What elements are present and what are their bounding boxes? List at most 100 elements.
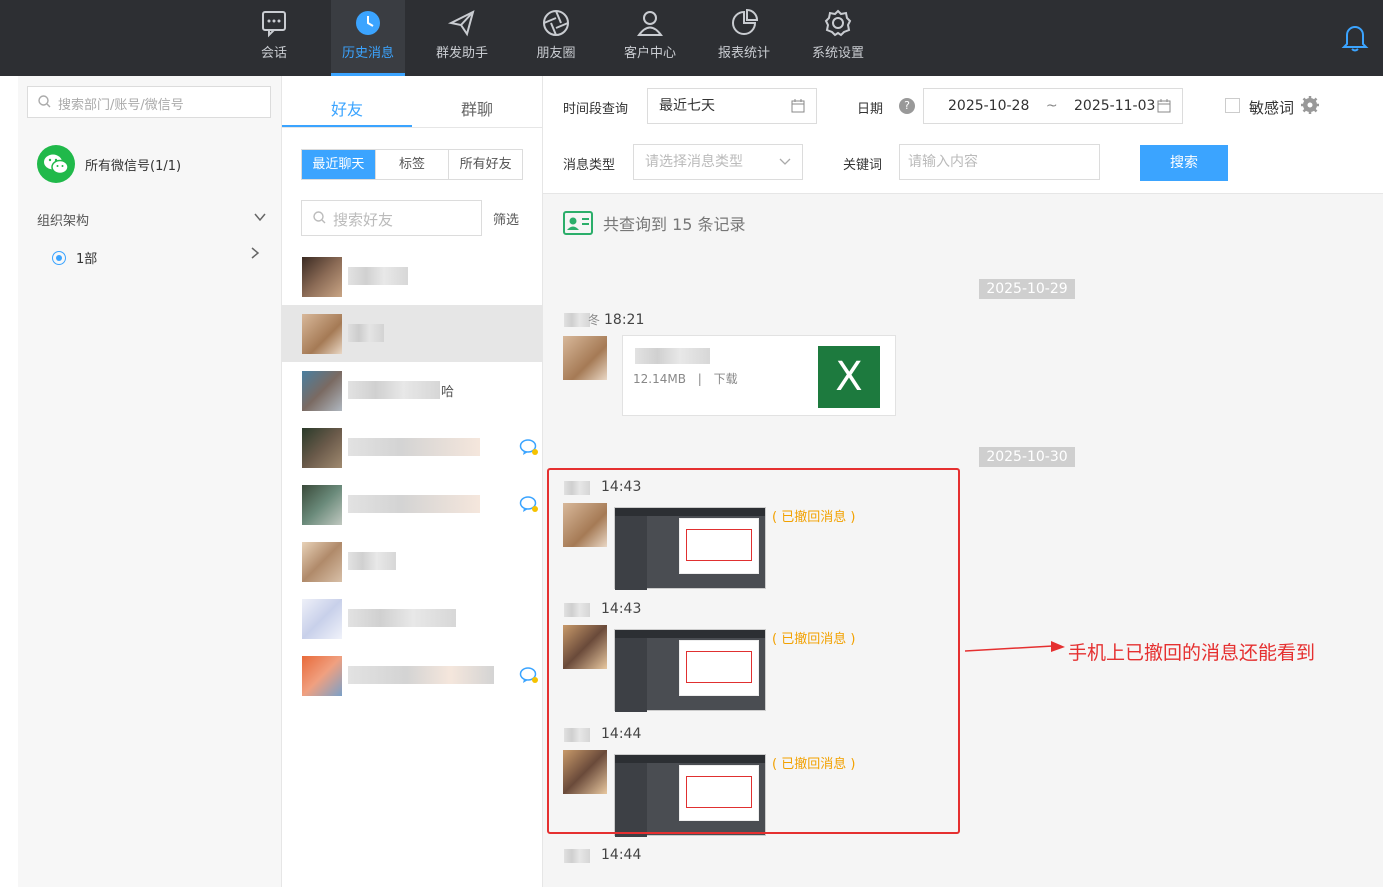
message-type-select[interactable]: 请选择消息类型 bbox=[633, 144, 803, 180]
friend-name-blurred bbox=[348, 267, 408, 285]
calendar-icon bbox=[791, 99, 805, 113]
message-sender-time: 冬 18:21 bbox=[588, 311, 644, 328]
friend-name-blurred bbox=[348, 324, 384, 342]
friend-name-blurred bbox=[348, 438, 480, 456]
nav-settings[interactable]: 系统设置 bbox=[801, 0, 875, 76]
all-wechat-accounts[interactable]: 所有微信号(1/1) bbox=[37, 144, 181, 184]
friend-filter-segment: 最近聊天 标签 所有好友 bbox=[301, 149, 523, 180]
dept-radio[interactable] bbox=[52, 251, 66, 265]
search-icon bbox=[38, 95, 51, 108]
nav-customers-label: 客户中心 bbox=[623, 46, 676, 61]
segment-all-friends[interactable]: 所有好友 bbox=[448, 150, 522, 179]
keyword-input[interactable]: 请输入内容 bbox=[899, 144, 1100, 180]
friend-tabs: 好友 群聊 bbox=[282, 76, 543, 128]
account-search-input[interactable]: 搜索部门/账号/微信号 bbox=[27, 86, 271, 118]
send-icon bbox=[447, 10, 475, 37]
nav-moments[interactable]: 朋友圈 bbox=[519, 0, 593, 76]
calendar-icon bbox=[1157, 99, 1171, 113]
arrow-right-icon bbox=[965, 641, 1065, 652]
date-to: 2025-11-03 bbox=[1074, 98, 1156, 114]
tab-groups[interactable]: 群聊 bbox=[412, 96, 542, 120]
date-range-picker[interactable]: 2025-10-28 ~ 2025-11-03 bbox=[923, 88, 1183, 124]
nav-moments-label: 朋友圈 bbox=[536, 46, 576, 61]
date-divider: 2025-10-30 bbox=[979, 447, 1075, 467]
clock-icon bbox=[356, 11, 380, 35]
list-item[interactable] bbox=[282, 305, 543, 362]
friend-name-blurred bbox=[348, 552, 396, 570]
friend-name-blurred bbox=[348, 495, 480, 513]
chevron-down-icon bbox=[254, 213, 266, 222]
friend-search-input[interactable]: 搜索好友 bbox=[301, 200, 482, 236]
message-time: 18:21 bbox=[604, 312, 645, 328]
file-message-card[interactable]: 12.14MB | 下载 X bbox=[622, 335, 896, 416]
search-button[interactable]: 搜索 bbox=[1140, 145, 1228, 181]
list-item[interactable] bbox=[282, 476, 543, 533]
sender-name-tail: 冬 bbox=[588, 313, 601, 327]
avatar bbox=[302, 314, 342, 354]
result-count: 共查询到 15 条记录 bbox=[563, 211, 746, 235]
list-item[interactable] bbox=[282, 647, 543, 704]
nav-history[interactable]: 历史消息 bbox=[331, 0, 405, 76]
org-structure-header[interactable]: 组织架构 bbox=[37, 210, 267, 229]
nav-broadcast[interactable]: 群发助手 bbox=[425, 0, 499, 76]
chevron-right-icon bbox=[251, 247, 260, 259]
segment-tags[interactable]: 标签 bbox=[374, 150, 449, 179]
account-search-placeholder: 搜索部门/账号/微信号 bbox=[58, 98, 184, 113]
excel-file-icon: X bbox=[818, 346, 880, 408]
sender-name-blurred bbox=[564, 849, 590, 863]
sensitive-word-checkbox[interactable] bbox=[1225, 98, 1240, 113]
friend-name-suffix: 哈 bbox=[440, 385, 454, 400]
chat-bubble-icon bbox=[519, 496, 538, 512]
segment-recent[interactable]: 最近聊天 bbox=[302, 150, 375, 179]
active-tab-indicator bbox=[282, 125, 412, 127]
gear-icon[interactable] bbox=[1301, 96, 1319, 114]
list-item[interactable] bbox=[282, 248, 543, 305]
tab-friends[interactable]: 好友 bbox=[282, 96, 412, 120]
message-time: 14:44 bbox=[601, 847, 642, 863]
sensitive-word-label: 敏感词 bbox=[1249, 99, 1295, 117]
list-item[interactable] bbox=[282, 533, 543, 590]
avatar bbox=[302, 428, 342, 468]
nav-chat[interactable]: 会话 bbox=[237, 0, 311, 76]
avatar bbox=[302, 485, 342, 525]
user-icon bbox=[637, 11, 663, 36]
avatar bbox=[302, 599, 342, 639]
period-value: 最近七天 bbox=[659, 98, 715, 114]
result-count-text: 共查询到 15 条记录 bbox=[603, 215, 746, 234]
period-select[interactable]: 最近七天 bbox=[647, 88, 817, 124]
nav-reports[interactable]: 报表统计 bbox=[707, 0, 781, 76]
file-download-link[interactable]: 下载 bbox=[714, 372, 738, 386]
help-icon[interactable]: ? bbox=[899, 98, 915, 114]
date-from: 2025-10-28 bbox=[948, 98, 1030, 114]
message-type-label: 消息类型 bbox=[563, 158, 616, 173]
nav-chat-label: 会话 bbox=[260, 46, 287, 61]
chat-bubble-icon bbox=[519, 667, 538, 683]
dept-item[interactable]: 1部 bbox=[52, 247, 262, 267]
avatar bbox=[302, 257, 342, 297]
nav-customers[interactable]: 客户中心 bbox=[613, 0, 687, 76]
message-type-placeholder: 请选择消息类型 bbox=[645, 154, 743, 170]
nav-history-label: 历史消息 bbox=[341, 46, 394, 61]
pie-chart-icon bbox=[732, 8, 759, 35]
friend-name-blurred bbox=[348, 609, 456, 627]
date-separator: ~ bbox=[1045, 98, 1058, 114]
highlight-frame bbox=[547, 468, 960, 834]
list-item[interactable] bbox=[282, 419, 543, 476]
all-accounts-label: 所有微信号(1/1) bbox=[85, 158, 182, 174]
list-item[interactable] bbox=[282, 590, 543, 647]
file-meta-separator: | bbox=[697, 372, 702, 386]
date-label: 日期 bbox=[857, 102, 884, 117]
file-size: 12.14MB bbox=[633, 372, 686, 386]
nav-reports-label: 报表统计 bbox=[717, 46, 770, 61]
left-panel: 搜索部门/账号/微信号 所有微信号(1/1) 组织架构 1部 bbox=[18, 76, 282, 887]
nav-settings-label: 系统设置 bbox=[811, 46, 864, 61]
dept-label: 1部 bbox=[76, 252, 98, 267]
history-main-panel: 时间段查询 最近七天 日期 ? 2025-10-28 ~ 2025-11-03 … bbox=[543, 76, 1383, 887]
filter-button[interactable]: 筛选 bbox=[493, 209, 519, 228]
avatar bbox=[302, 542, 342, 582]
bell-icon[interactable] bbox=[1341, 22, 1369, 52]
chat-icon bbox=[262, 11, 286, 38]
keyword-placeholder: 请输入内容 bbox=[908, 154, 978, 170]
friend-name-blurred: 哈 bbox=[348, 381, 454, 400]
list-item[interactable]: 哈 bbox=[282, 362, 543, 419]
